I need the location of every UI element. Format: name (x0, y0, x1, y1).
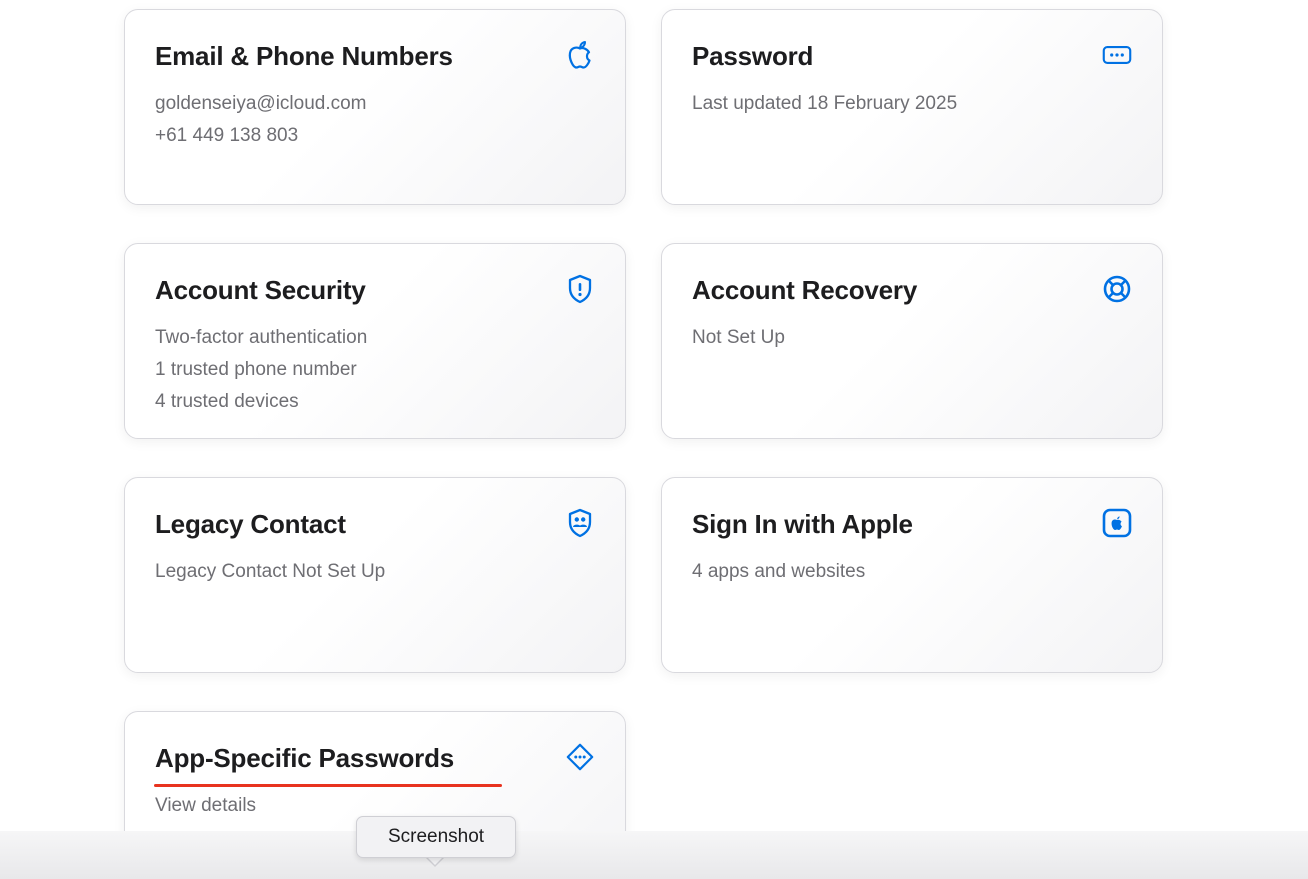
card-details: Last updated 18 February 2025 (692, 88, 1082, 120)
card-details: Two-factor authentication 1 trusted phon… (155, 322, 545, 418)
apple-square-icon (1102, 508, 1132, 538)
card-title: Sign In with Apple (692, 509, 913, 539)
card-legacy-contact[interactable]: Legacy Contact Legacy Contact Not Set Up (124, 477, 626, 673)
email-address: goldenseiya@icloud.com (155, 93, 367, 114)
security-two-factor: Two-factor authentication (155, 327, 368, 348)
security-trusted-devices: 4 trusted devices (155, 391, 299, 412)
tooltip-label: Screenshot (387, 826, 485, 847)
card-title: App-Specific Passwords (155, 743, 455, 773)
lifebuoy-icon (1102, 274, 1132, 304)
card-title: Account Recovery (692, 275, 918, 305)
password-last-updated: Last updated 18 February 2025 (692, 93, 958, 114)
legacy-contact-status: Legacy Contact Not Set Up (155, 561, 386, 582)
highlight-underline (154, 784, 502, 787)
sign-in-apps-count: 4 apps and websites (692, 561, 866, 582)
card-details: Not Set Up (692, 322, 1082, 354)
phone-number: +61 449 138 803 (155, 125, 299, 146)
card-details: Legacy Contact Not Set Up (155, 556, 545, 588)
recovery-status: Not Set Up (692, 327, 785, 348)
card-sign-in-with-apple[interactable]: Sign In with Apple 4 apps and websites (661, 477, 1163, 673)
card-details: 4 apps and websites (692, 556, 1082, 588)
card-password[interactable]: Password Last updated 18 February 2025 (661, 9, 1163, 205)
account-settings-page: Email & Phone Numbers goldenseiya@icloud… (0, 0, 1308, 879)
key-diamond-icon (565, 742, 595, 772)
card-details: goldenseiya@icloud.com +61 449 138 803 (155, 88, 545, 152)
shield-icon (565, 274, 595, 304)
card-title: Legacy Contact (155, 509, 346, 539)
card-title: Email & Phone Numbers (155, 41, 453, 71)
bottom-bar (0, 831, 1308, 879)
apple-logo-icon (565, 40, 595, 70)
card-account-security[interactable]: Account Security Two-factor authenticati… (124, 243, 626, 439)
card-email-phone[interactable]: Email & Phone Numbers goldenseiya@icloud… (124, 9, 626, 205)
security-trusted-phone: 1 trusted phone number (155, 359, 357, 380)
password-dots-icon (1102, 40, 1132, 70)
screenshot-tooltip: Screenshot (356, 816, 516, 858)
card-account-recovery[interactable]: Account Recovery Not Set Up (661, 243, 1163, 439)
legacy-contact-shield-icon (565, 508, 595, 538)
card-title: Password (692, 41, 814, 71)
card-title: Account Security (155, 275, 366, 305)
